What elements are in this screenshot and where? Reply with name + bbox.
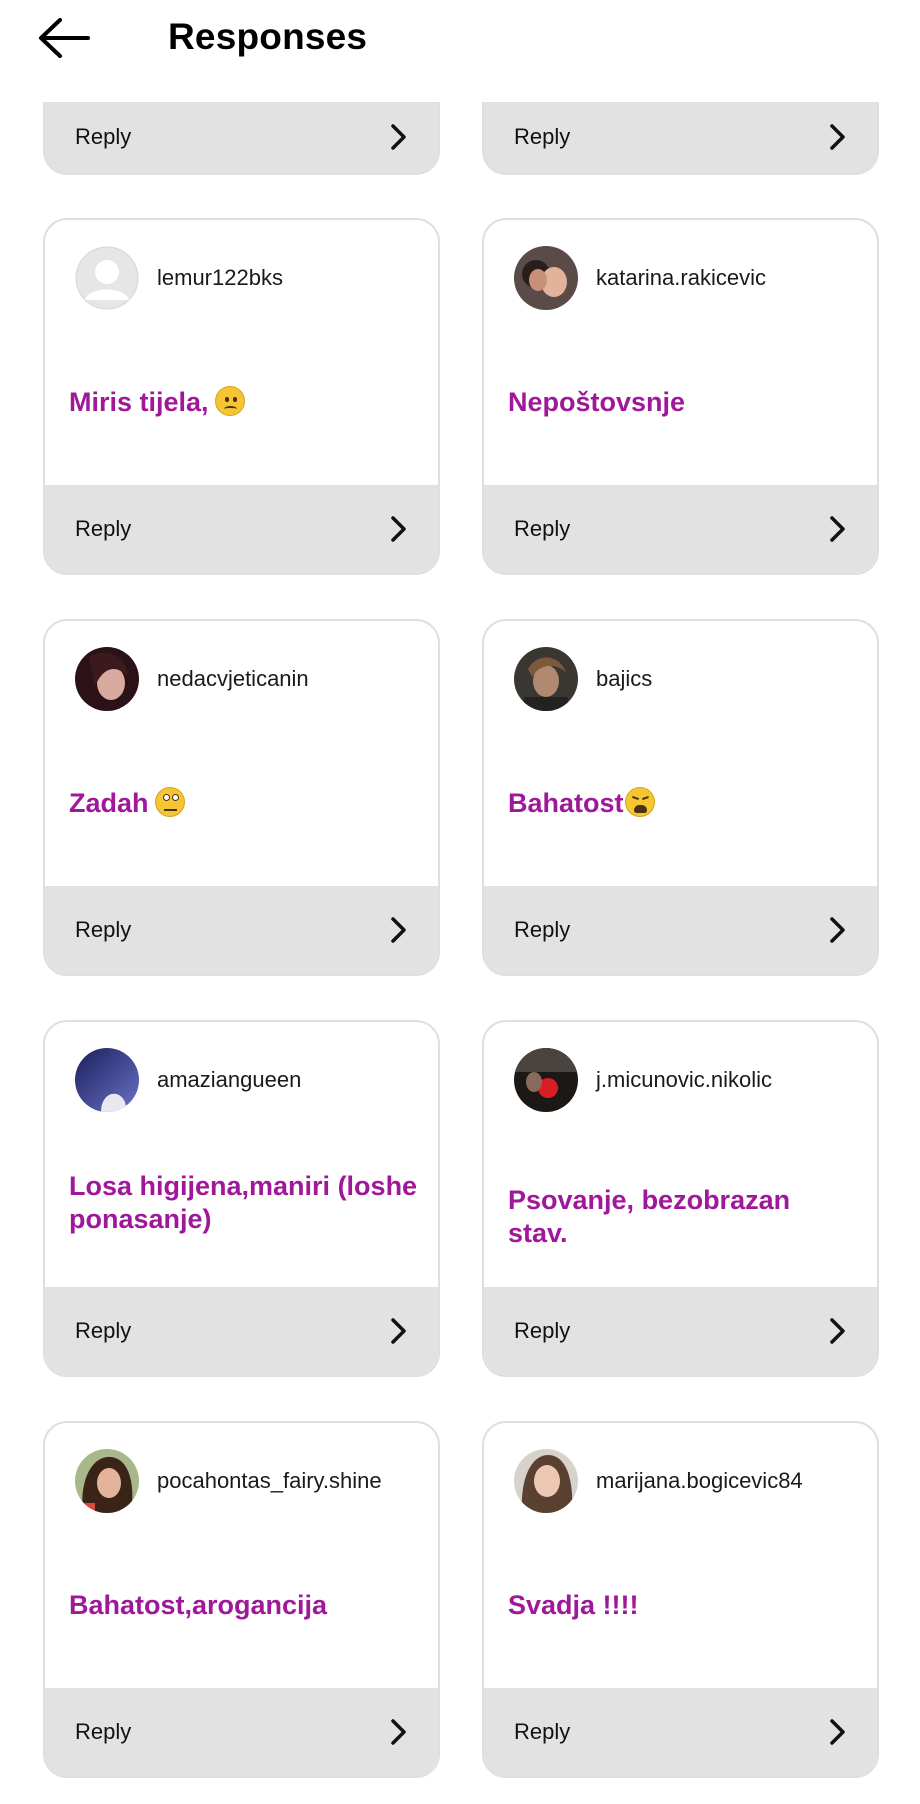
response-text: Nepoštovsnje <box>508 387 686 417</box>
default-avatar-icon <box>75 246 139 310</box>
username: j.micunovic.nikolic <box>596 1067 773 1092</box>
reply-button[interactable]: Reply <box>484 102 877 173</box>
reply-label: Reply <box>75 123 132 149</box>
avatar <box>514 246 578 310</box>
chevron-right-icon <box>829 1317 847 1345</box>
reply-label: Reply <box>75 917 132 942</box>
response-card: amaziangueen Losa higijena,maniri (loshe… <box>43 1020 440 1377</box>
chevron-right-icon <box>829 123 847 151</box>
response-text: Miris tijela, <box>69 386 418 419</box>
reply-button[interactable]: Reply <box>45 1688 438 1776</box>
response-card-partial: Reply <box>482 102 879 175</box>
username: lemur122bks <box>157 265 283 290</box>
response-card-partial: Reply <box>43 102 440 175</box>
response-text: Psovanje, bezobrazan stav. <box>508 1185 791 1248</box>
username: nedacvjeticanin <box>157 666 309 691</box>
eye-roll-emoji-icon <box>154 787 185 817</box>
chevron-right-icon <box>829 515 847 543</box>
reply-button[interactable]: Reply <box>45 102 438 173</box>
reply-button[interactable]: Reply <box>45 485 438 573</box>
chevron-right-icon <box>390 515 408 543</box>
reply-button[interactable]: Reply <box>484 1688 877 1776</box>
avatar <box>75 1449 139 1513</box>
username: amaziangueen <box>157 1067 302 1092</box>
response-text: Svadja !!!! <box>508 1590 639 1620</box>
chevron-right-icon <box>390 916 408 944</box>
chevron-right-icon <box>390 123 408 151</box>
reply-button[interactable]: Reply <box>484 485 877 573</box>
frowning-face-emoji-icon <box>214 386 245 416</box>
avatar <box>514 1048 578 1112</box>
response-text: Losa higijena,maniri (loshe ponasanje) <box>69 1171 418 1234</box>
chevron-right-icon <box>390 1317 408 1345</box>
username: marijana.bogicevic84 <box>596 1468 803 1493</box>
response-card: j.micunovic.nikolic Psovanje, bezobrazan… <box>482 1020 879 1377</box>
tired-face-emoji-icon <box>624 787 655 817</box>
back-arrow-icon[interactable] <box>36 14 96 64</box>
avatar <box>75 647 139 711</box>
avatar <box>514 647 578 711</box>
chevron-right-icon <box>829 916 847 944</box>
username: bajics <box>596 666 653 691</box>
reply-label: Reply <box>75 1719 132 1744</box>
reply-label: Reply <box>75 516 132 541</box>
reply-label: Reply <box>514 516 571 541</box>
avatar <box>514 1449 578 1513</box>
reply-button[interactable]: Reply <box>45 1287 438 1375</box>
response-text: Bahatost <box>508 787 857 820</box>
chevron-right-icon <box>829 1718 847 1746</box>
response-card: katarina.rakicevic Nepoštovsnje Reply <box>482 218 879 575</box>
chevron-right-icon <box>390 1718 408 1746</box>
response-text: Zadah <box>69 787 418 820</box>
header: Responses <box>0 0 920 80</box>
reply-label: Reply <box>514 917 571 942</box>
reply-button[interactable]: Reply <box>484 1287 877 1375</box>
response-card: lemur122bks Miris tijela, Reply <box>43 218 440 575</box>
response-card: pocahontas_fairy.shine Bahatost,aroganci… <box>43 1421 440 1778</box>
reply-button[interactable]: Reply <box>484 886 877 974</box>
page-title: Responses <box>168 16 368 57</box>
reply-label: Reply <box>514 1719 571 1744</box>
response-card: bajics Bahatost Reply <box>482 619 879 976</box>
reply-label: Reply <box>514 1318 571 1343</box>
response-card: marijana.bogicevic84 Svadja !!!! Reply <box>482 1421 879 1778</box>
username: pocahontas_fairy.shine <box>157 1468 382 1493</box>
reply-button[interactable]: Reply <box>45 886 438 974</box>
response-card: nedacvjeticanin Zadah Reply <box>43 619 440 976</box>
reply-label: Reply <box>75 1318 132 1343</box>
username: katarina.rakicevic <box>596 265 766 290</box>
reply-label: Reply <box>514 123 571 149</box>
response-text: Bahatost,arogancija <box>69 1590 328 1620</box>
avatar <box>75 1048 139 1112</box>
